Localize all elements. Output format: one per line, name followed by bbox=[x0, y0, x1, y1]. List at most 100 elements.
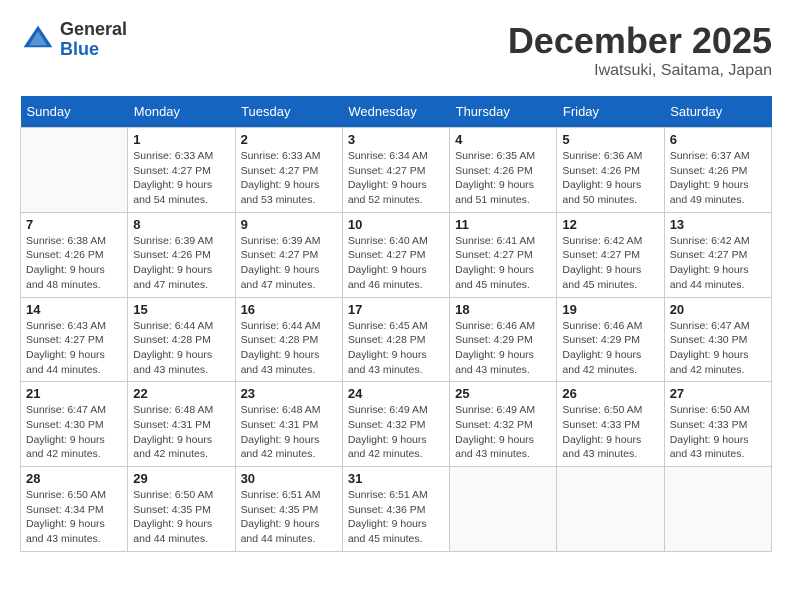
day-info: Sunrise: 6:50 AM Sunset: 4:35 PM Dayligh… bbox=[133, 488, 229, 547]
day-info: Sunrise: 6:50 AM Sunset: 4:33 PM Dayligh… bbox=[670, 403, 766, 462]
calendar-cell: 9Sunrise: 6:39 AM Sunset: 4:27 PM Daylig… bbox=[235, 212, 342, 297]
day-info: Sunrise: 6:41 AM Sunset: 4:27 PM Dayligh… bbox=[455, 234, 551, 293]
day-number: 13 bbox=[670, 217, 766, 232]
day-number: 1 bbox=[133, 132, 229, 147]
day-number: 5 bbox=[562, 132, 658, 147]
calendar-cell: 11 Sunrise: 6:41 AM Sunset: 4:27 PM Dayli… bbox=[450, 212, 557, 297]
calendar-cell: 24 Sunrise: 6:49 AM Sunset: 4:32 PM Dayli… bbox=[342, 382, 449, 467]
calendar-cell bbox=[557, 467, 664, 552]
day-info: Sunrise: 6:38 AM Sunset: 4:26 PM Dayligh… bbox=[26, 234, 122, 293]
day-info: Sunrise: 6:46 AM Sunset: 4:29 PM Dayligh… bbox=[455, 319, 551, 378]
day-number: 19 bbox=[562, 302, 658, 317]
calendar-cell: 6 Sunrise: 6:37 AM Sunset: 4:26 PM Daylig… bbox=[664, 128, 771, 213]
calendar-cell: 25 Sunrise: 6:49 AM Sunset: 4:32 PM Dayli… bbox=[450, 382, 557, 467]
calendar-cell: 15Sunrise: 6:44 AM Sunset: 4:28 PM Dayli… bbox=[128, 297, 235, 382]
day-number: 26 bbox=[562, 386, 658, 401]
calendar-cell: 30Sunrise: 6:51 AM Sunset: 4:35 PM Dayli… bbox=[235, 467, 342, 552]
weekday-header-wednesday: Wednesday bbox=[342, 96, 449, 128]
day-number: 28 bbox=[26, 471, 122, 486]
day-info: Sunrise: 6:46 AM Sunset: 4:29 PM Dayligh… bbox=[562, 319, 658, 378]
day-number: 2 bbox=[241, 132, 337, 147]
weekday-header-sunday: Sunday bbox=[21, 96, 128, 128]
calendar-cell: 31 Sunrise: 6:51 AM Sunset: 4:36 PM Dayli… bbox=[342, 467, 449, 552]
calendar-week-1: 1 Sunrise: 6:33 AM Sunset: 4:27 PM Daylig… bbox=[21, 128, 772, 213]
calendar-cell: 8 Sunrise: 6:39 AM Sunset: 4:26 PM Daylig… bbox=[128, 212, 235, 297]
day-info: Sunrise: 6:47 AM Sunset: 4:30 PM Dayligh… bbox=[26, 403, 122, 462]
day-number: 11 bbox=[455, 217, 551, 232]
day-info: Sunrise: 6:34 AM Sunset: 4:27 PM Dayligh… bbox=[348, 149, 444, 208]
calendar-table: SundayMondayTuesdayWednesdayThursdayFrid… bbox=[20, 96, 772, 552]
day-number: 14 bbox=[26, 302, 122, 317]
logo-icon bbox=[20, 22, 56, 58]
logo-general: General bbox=[60, 20, 127, 40]
calendar-cell: 17 Sunrise: 6:45 AM Sunset: 4:28 PM Dayli… bbox=[342, 297, 449, 382]
calendar-cell: 28 Sunrise: 6:50 AM Sunset: 4:34 PM Dayli… bbox=[21, 467, 128, 552]
logo-text: General Blue bbox=[60, 20, 127, 60]
calendar-cell bbox=[664, 467, 771, 552]
day-info: Sunrise: 6:36 AM Sunset: 4:26 PM Dayligh… bbox=[562, 149, 658, 208]
calendar-cell bbox=[21, 128, 128, 213]
day-number: 24 bbox=[348, 386, 444, 401]
day-info: Sunrise: 6:45 AM Sunset: 4:28 PM Dayligh… bbox=[348, 319, 444, 378]
calendar-cell: 23 Sunrise: 6:48 AM Sunset: 4:31 PM Dayli… bbox=[235, 382, 342, 467]
calendar-cell: 13 Sunrise: 6:42 AM Sunset: 4:27 PM Dayli… bbox=[664, 212, 771, 297]
day-info: Sunrise: 6:35 AM Sunset: 4:26 PM Dayligh… bbox=[455, 149, 551, 208]
calendar-cell: 10 Sunrise: 6:40 AM Sunset: 4:27 PM Dayli… bbox=[342, 212, 449, 297]
day-number: 10 bbox=[348, 217, 444, 232]
day-info: Sunrise: 6:50 AM Sunset: 4:34 PM Dayligh… bbox=[26, 488, 122, 547]
day-info: Sunrise: 6:43 AM Sunset: 4:27 PM Dayligh… bbox=[26, 319, 122, 378]
day-number: 7 bbox=[26, 217, 122, 232]
day-number: 31 bbox=[348, 471, 444, 486]
day-number: 16 bbox=[241, 302, 337, 317]
day-info: Sunrise: 6:49 AM Sunset: 4:32 PM Dayligh… bbox=[348, 403, 444, 462]
day-number: 18 bbox=[455, 302, 551, 317]
day-info: Sunrise: 6:44 AM Sunset: 4:28 PM Dayligh… bbox=[241, 319, 337, 378]
day-info: Sunrise: 6:50 AM Sunset: 4:33 PM Dayligh… bbox=[562, 403, 658, 462]
day-number: 27 bbox=[670, 386, 766, 401]
calendar-cell: 5 Sunrise: 6:36 AM Sunset: 4:26 PM Daylig… bbox=[557, 128, 664, 213]
weekday-header-tuesday: Tuesday bbox=[235, 96, 342, 128]
calendar-week-5: 28 Sunrise: 6:50 AM Sunset: 4:34 PM Dayli… bbox=[21, 467, 772, 552]
logo-blue: Blue bbox=[60, 40, 127, 60]
calendar-week-3: 14 Sunrise: 6:43 AM Sunset: 4:27 PM Dayli… bbox=[21, 297, 772, 382]
day-number: 29 bbox=[133, 471, 229, 486]
calendar-cell: 12 Sunrise: 6:42 AM Sunset: 4:27 PM Dayli… bbox=[557, 212, 664, 297]
day-number: 17 bbox=[348, 302, 444, 317]
calendar-cell: 29 Sunrise: 6:50 AM Sunset: 4:35 PM Dayli… bbox=[128, 467, 235, 552]
day-number: 6 bbox=[670, 132, 766, 147]
day-number: 21 bbox=[26, 386, 122, 401]
calendar-cell: 3 Sunrise: 6:34 AM Sunset: 4:27 PM Daylig… bbox=[342, 128, 449, 213]
calendar-cell: 1 Sunrise: 6:33 AM Sunset: 4:27 PM Daylig… bbox=[128, 128, 235, 213]
day-number: 23 bbox=[241, 386, 337, 401]
title-block: December 2025 Iwatsuki, Saitama, Japan bbox=[508, 20, 772, 80]
day-info: Sunrise: 6:37 AM Sunset: 4:26 PM Dayligh… bbox=[670, 149, 766, 208]
day-number: 8 bbox=[133, 217, 229, 232]
calendar-cell: 2Sunrise: 6:33 AM Sunset: 4:27 PM Daylig… bbox=[235, 128, 342, 213]
day-number: 22 bbox=[133, 386, 229, 401]
day-info: Sunrise: 6:51 AM Sunset: 4:36 PM Dayligh… bbox=[348, 488, 444, 547]
calendar-cell: 19 Sunrise: 6:46 AM Sunset: 4:29 PM Dayli… bbox=[557, 297, 664, 382]
calendar-cell: 20Sunrise: 6:47 AM Sunset: 4:30 PM Dayli… bbox=[664, 297, 771, 382]
weekday-header-saturday: Saturday bbox=[664, 96, 771, 128]
day-info: Sunrise: 6:33 AM Sunset: 4:27 PM Dayligh… bbox=[133, 149, 229, 208]
day-number: 15 bbox=[133, 302, 229, 317]
day-number: 25 bbox=[455, 386, 551, 401]
day-info: Sunrise: 6:48 AM Sunset: 4:31 PM Dayligh… bbox=[241, 403, 337, 462]
day-number: 3 bbox=[348, 132, 444, 147]
location: Iwatsuki, Saitama, Japan bbox=[508, 62, 772, 80]
calendar-cell: 27 Sunrise: 6:50 AM Sunset: 4:33 PM Dayli… bbox=[664, 382, 771, 467]
day-info: Sunrise: 6:49 AM Sunset: 4:32 PM Dayligh… bbox=[455, 403, 551, 462]
day-info: Sunrise: 6:48 AM Sunset: 4:31 PM Dayligh… bbox=[133, 403, 229, 462]
day-info: Sunrise: 6:47 AM Sunset: 4:30 PM Dayligh… bbox=[670, 319, 766, 378]
day-info: Sunrise: 6:40 AM Sunset: 4:27 PM Dayligh… bbox=[348, 234, 444, 293]
calendar-week-2: 7 Sunrise: 6:38 AM Sunset: 4:26 PM Daylig… bbox=[21, 212, 772, 297]
day-info: Sunrise: 6:39 AM Sunset: 4:26 PM Dayligh… bbox=[133, 234, 229, 293]
calendar-cell: 18 Sunrise: 6:46 AM Sunset: 4:29 PM Dayli… bbox=[450, 297, 557, 382]
month-title: December 2025 bbox=[508, 20, 772, 62]
day-number: 12 bbox=[562, 217, 658, 232]
calendar-cell: 21 Sunrise: 6:47 AM Sunset: 4:30 PM Dayli… bbox=[21, 382, 128, 467]
day-info: Sunrise: 6:42 AM Sunset: 4:27 PM Dayligh… bbox=[670, 234, 766, 293]
calendar-cell: 7 Sunrise: 6:38 AM Sunset: 4:26 PM Daylig… bbox=[21, 212, 128, 297]
day-info: Sunrise: 6:42 AM Sunset: 4:27 PM Dayligh… bbox=[562, 234, 658, 293]
page-header: General Blue December 2025 Iwatsuki, Sai… bbox=[20, 20, 772, 80]
